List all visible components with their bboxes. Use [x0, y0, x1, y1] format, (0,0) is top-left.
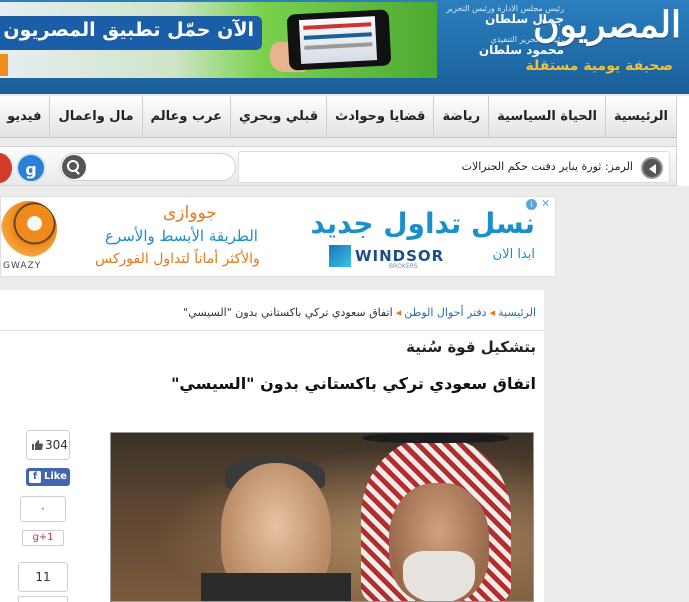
nav-item-world[interactable]: عرب وعالم — [141, 96, 230, 138]
facebook-like-button[interactable]: f Like — [26, 468, 70, 486]
nav-item-home[interactable]: الرئيسية — [604, 96, 676, 138]
nav-item-regions[interactable]: قبلي وبحري — [230, 96, 326, 138]
nav-items: الرئيسية الحياة السياسية رياضة قضايا وحو… — [0, 96, 676, 138]
main-nav: الرئيسية الحياة السياسية رياضة قضايا وحو… — [0, 96, 676, 138]
search-input[interactable] — [60, 153, 236, 181]
windsor-sub: BROKERS — [389, 263, 418, 270]
news-ticker[interactable]: الرمز: ثورة يناير دفنت حكم الجنرالات — [238, 151, 670, 183]
ticker-prev-icon[interactable] — [641, 157, 663, 179]
article-content: الرئيسية◂دفتر أحوال الوطن◂اتفاق سعودي تر… — [0, 290, 544, 602]
tiger-logo-icon — [1, 201, 57, 257]
windsor-mark-icon — [329, 245, 351, 267]
phone-image — [286, 9, 392, 71]
editor-name-2: محمود سلطان — [478, 43, 564, 58]
ad-start-now[interactable]: ابدا الان — [493, 247, 535, 262]
search-icon[interactable] — [62, 155, 86, 179]
thumbs-up-icon — [32, 440, 43, 450]
facebook-like-label: Like — [44, 471, 67, 482]
ad-right-title: جووازى — [163, 203, 217, 223]
ticker-headline[interactable]: الرمز: ثورة يناير دفنت حكم الجنرالات — [462, 160, 633, 173]
article-kicker: بتشكيل قوة سُنية — [406, 338, 536, 356]
ticker-toolbar: الرمز: ثورة يناير دفنت حكم الجنرالات g — [0, 146, 676, 186]
breadcrumb-current: اتفاق سعودي تركي باكستاني بدون "السيسي" — [183, 306, 393, 319]
gplus-button[interactable]: g+1 — [22, 530, 64, 546]
gwazy-brand: GWAZY — [3, 261, 42, 271]
likes-counter[interactable]: 304 — [26, 430, 70, 460]
google-plus-icon[interactable]: g — [16, 153, 46, 183]
site-logo[interactable]: المصريون — [533, 4, 681, 46]
nav-edge — [676, 96, 689, 186]
ad-right-line3: والأكثر أماناً لتداول الفوركس — [95, 251, 260, 267]
site-tagline: صحيفة يومية مستقلة — [525, 58, 673, 74]
article-title: اتفاق سعودي تركي باكستاني بدون "السيسي" — [171, 374, 536, 393]
breadcrumb-chevron-icon: ◂ — [395, 306, 402, 319]
facebook-icon: f — [29, 471, 41, 483]
windsor-logo: WINDSOR BROKERS — [329, 245, 443, 271]
nav-item-sports[interactable]: رياضة — [433, 96, 488, 138]
breadcrumb-chevron-icon: ◂ — [489, 306, 496, 319]
app-download-banner[interactable]: الآن حمّل تطبيق المصريون على — [0, 2, 437, 78]
ad-headline: نسل تداول جديد — [310, 207, 535, 240]
ad-close-icon[interactable]: ✕ — [541, 198, 552, 209]
phone-screen — [298, 16, 378, 65]
nav-item-business[interactable]: مال واعمال — [49, 96, 141, 138]
gplus-count: ٠ — [20, 496, 66, 522]
tweet-count: 11 — [18, 562, 68, 592]
banner-accent — [0, 54, 8, 76]
ad-banner[interactable]: i ✕ نسل تداول جديد ابدا الان WINDSOR BRO… — [0, 196, 556, 277]
article-photo[interactable] — [110, 432, 534, 602]
breadcrumb-section[interactable]: دفتر أحوال الوطن — [404, 306, 486, 319]
logo-block[interactable]: رئيس مجلس الادارة ورئيس التحرير جمال سلط… — [440, 2, 689, 82]
breadcrumb-home[interactable]: الرئيسية — [498, 306, 536, 319]
nav-item-issues[interactable]: قضايا وحوادث — [326, 96, 433, 138]
breadcrumb: الرئيسية◂دفتر أحوال الوطن◂اتفاق سعودي تر… — [183, 306, 536, 319]
nav-item-politics[interactable]: الحياة السياسية — [488, 96, 605, 138]
banner-strip: الآن حمّل تطبيق المصريون على — [0, 16, 262, 50]
divider — [0, 330, 544, 331]
nav-item-video[interactable]: فيديو — [0, 96, 49, 138]
ad-right-line2: الطريقة الأبسط والأسرع — [105, 227, 258, 245]
tweet-button[interactable] — [18, 596, 68, 602]
site-header: الآن حمّل تطبيق المصريون على رئيس مجلس ا… — [0, 0, 689, 94]
likes-count: 304 — [45, 438, 68, 452]
banner-text: الآن حمّل تطبيق المصريون على — [0, 19, 254, 41]
social-icon[interactable] — [0, 153, 12, 183]
